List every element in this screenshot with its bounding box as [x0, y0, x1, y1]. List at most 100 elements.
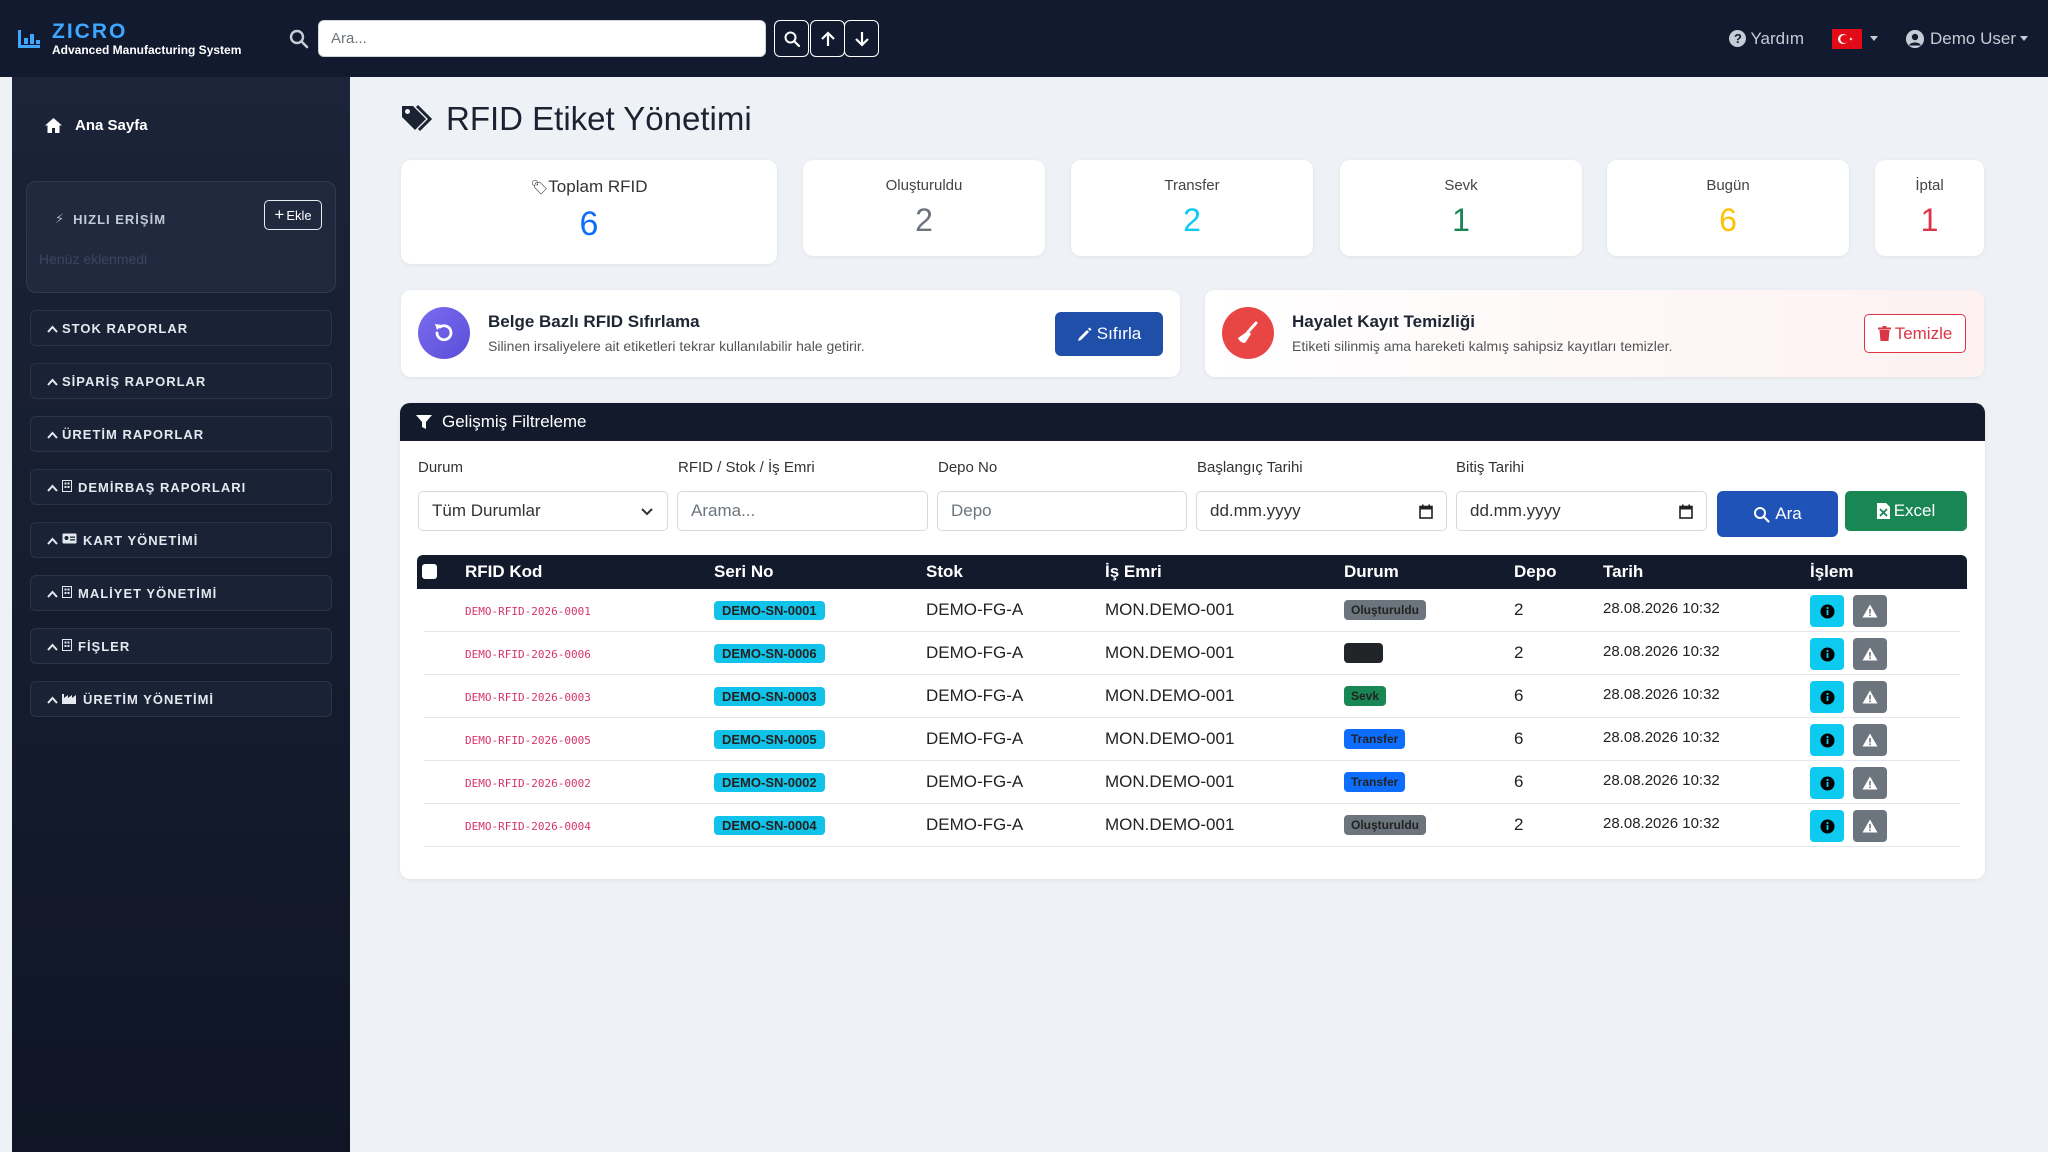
- stock-code: DEMO-FG-A: [926, 686, 1024, 705]
- info-icon: [1820, 819, 1834, 833]
- chevron-up-icon: [47, 586, 58, 601]
- add-quick-access-button[interactable]: + Ekle: [264, 200, 322, 230]
- end-date-input[interactable]: dd.mm.yyyy: [1456, 491, 1707, 531]
- sidebar-item-home[interactable]: Ana Sayfa: [44, 117, 148, 134]
- warning-button[interactable]: [1853, 724, 1887, 756]
- stock-code: DEMO-FG-A: [926, 643, 1024, 662]
- rfid-reset-description: Silinen irsaliyelere ait etiketleri tekr…: [488, 338, 865, 354]
- start-date-input[interactable]: dd.mm.yyyy: [1196, 491, 1447, 531]
- work-order: MON.DEMO-001: [1105, 729, 1235, 748]
- warning-button[interactable]: [1853, 681, 1887, 713]
- column-header[interactable]: İşlem: [1810, 562, 1853, 582]
- reset-button[interactable]: Sıfırla: [1055, 312, 1163, 356]
- warning-button[interactable]: [1853, 767, 1887, 799]
- sidebar-item-card-management[interactable]: KART YÖNETİMİ: [30, 522, 332, 558]
- search-icon: [784, 31, 800, 47]
- info-button[interactable]: [1810, 724, 1844, 756]
- search-filter-label: RFID / Stok / İş Emri: [678, 459, 815, 476]
- user-menu[interactable]: Demo User: [1906, 29, 2028, 49]
- warning-icon: [1862, 604, 1878, 618]
- page-title-text: RFID Etiket Yönetimi: [446, 100, 752, 137]
- warning-button[interactable]: [1853, 595, 1887, 627]
- stat-label-text: Toplam RFID: [548, 177, 648, 196]
- calendar-icon: [1419, 504, 1433, 519]
- select-all-checkbox[interactable]: [422, 564, 437, 579]
- end-date-label: Bitiş Tarihi: [1456, 459, 1525, 476]
- stat-card-total: 🏷Toplam RFID 6: [401, 160, 777, 264]
- table-row[interactable]: DEMO-RFID-2026-0006 DEMO-SN-0006 DEMO-FG…: [424, 632, 1960, 675]
- plus-icon: +: [274, 205, 285, 224]
- info-button[interactable]: [1810, 595, 1844, 627]
- table-row[interactable]: DEMO-RFID-2026-0003 DEMO-SN-0003 DEMO-FG…: [424, 675, 1960, 718]
- serial-badge: DEMO-SN-0006: [714, 644, 825, 663]
- sidebar-item-label: MALİYET YÖNETİMİ: [78, 585, 218, 601]
- status-select[interactable]: Tüm Durumlar: [418, 491, 668, 531]
- info-icon: [1820, 733, 1834, 747]
- depot-number: 6: [1514, 686, 1524, 705]
- column-header[interactable]: RFID Kod: [465, 562, 542, 582]
- warning-button[interactable]: [1853, 810, 1887, 842]
- language-dropdown[interactable]: [1832, 28, 1879, 49]
- search-filter-input[interactable]: Arama...: [677, 491, 928, 531]
- cleanup-button[interactable]: Temizle: [1864, 314, 1966, 353]
- sidebar-item-receipts[interactable]: FİŞLER: [30, 628, 332, 664]
- column-header[interactable]: Stok: [926, 562, 963, 582]
- chevron-up-icon: [47, 480, 58, 495]
- table-row[interactable]: DEMO-RFID-2026-0001 DEMO-SN-0001 DEMO-FG…: [424, 589, 1960, 632]
- sidebar-item-label: KART YÖNETİMİ: [83, 532, 199, 548]
- column-header[interactable]: Depo: [1514, 562, 1557, 582]
- chevron-up-icon: [47, 639, 58, 654]
- sidebar-item-production-reports[interactable]: ÜRETİM RAPORLAR: [30, 416, 332, 452]
- depot-number: 6: [1514, 729, 1524, 748]
- info-button[interactable]: [1810, 681, 1844, 713]
- filter-search-button[interactable]: Ara: [1717, 491, 1838, 537]
- stat-value: 6: [1719, 202, 1737, 238]
- home-icon: [45, 118, 62, 133]
- stat-label: İptal: [1915, 177, 1944, 194]
- table-row[interactable]: DEMO-RFID-2026-0004 DEMO-SN-0004 DEMO-FG…: [424, 804, 1960, 847]
- search-button[interactable]: [774, 20, 809, 57]
- chevron-down-icon: [1870, 36, 1879, 41]
- info-button[interactable]: [1810, 810, 1844, 842]
- warning-icon: [1862, 647, 1878, 661]
- ghost-cleanup-card: Hayalet Kayıt Temizliği Etiketi silinmiş…: [1205, 290, 1984, 377]
- help-link[interactable]: ? Yardım: [1729, 29, 1804, 49]
- sidebar-item-production-management[interactable]: ÜRETİM YÖNETİMİ: [30, 681, 332, 717]
- date: 28.08.2026 10:32: [1603, 729, 1720, 746]
- depot-number: 6: [1514, 772, 1524, 791]
- excel-export-button[interactable]: Excel: [1845, 491, 1967, 531]
- work-order: MON.DEMO-001: [1105, 772, 1235, 791]
- warning-button[interactable]: [1853, 638, 1887, 670]
- column-header[interactable]: İş Emri: [1105, 562, 1162, 582]
- sidebar-item-cost-management[interactable]: MALİYET YÖNETİMİ: [30, 575, 332, 611]
- rfid-code: DEMO-RFID-2026-0003: [465, 691, 591, 704]
- stat-label: Oluşturuldu: [885, 177, 963, 194]
- search-icon: [289, 29, 309, 48]
- date: 28.08.2026 10:32: [1603, 772, 1720, 789]
- table-row[interactable]: DEMO-RFID-2026-0002 DEMO-SN-0002 DEMO-FG…: [424, 761, 1960, 804]
- column-header[interactable]: Durum: [1344, 562, 1399, 582]
- cleanup-button-label: Temizle: [1894, 323, 1953, 343]
- sidebar-item-stock-reports[interactable]: STOK RAPORLAR: [30, 310, 332, 346]
- filter-panel-header: Gelişmiş Filtreleme: [400, 403, 1985, 441]
- column-header[interactable]: Seri No: [714, 562, 774, 582]
- column-header[interactable]: Tarih: [1603, 562, 1643, 582]
- rfid-code: DEMO-RFID-2026-0002: [465, 777, 591, 790]
- info-button[interactable]: [1810, 638, 1844, 670]
- info-button[interactable]: [1810, 767, 1844, 799]
- status-badge: Oluşturuldu: [1344, 815, 1426, 835]
- page-title: RFID Etiket Yönetimi: [400, 100, 752, 138]
- brand[interactable]: ZICRO Advanced Manufacturing System: [16, 20, 278, 57]
- table-row[interactable]: DEMO-RFID-2026-0005 DEMO-SN-0005 DEMO-FG…: [424, 718, 1960, 761]
- stat-card-cancelled: İptal 1: [1875, 160, 1984, 256]
- global-search-input[interactable]: Ara...: [318, 20, 766, 57]
- search-prev-button[interactable]: [810, 20, 845, 57]
- depot-input[interactable]: Depo: [937, 491, 1187, 531]
- sidebar-item-order-reports[interactable]: SİPARİŞ RAPORLAR: [30, 363, 332, 399]
- reset-button-label: Sıfırla: [1096, 324, 1142, 343]
- rfid-reset-title: Belge Bazlı RFID Sıfırlama: [488, 312, 700, 331]
- sidebar-item-asset-reports[interactable]: DEMİRBAŞ RAPORLARI: [30, 469, 332, 505]
- stat-label: Transfer: [1164, 177, 1220, 194]
- quick-access-title: ⚡ HIZLI ERİŞİM: [55, 211, 166, 227]
- search-next-button[interactable]: [844, 20, 879, 57]
